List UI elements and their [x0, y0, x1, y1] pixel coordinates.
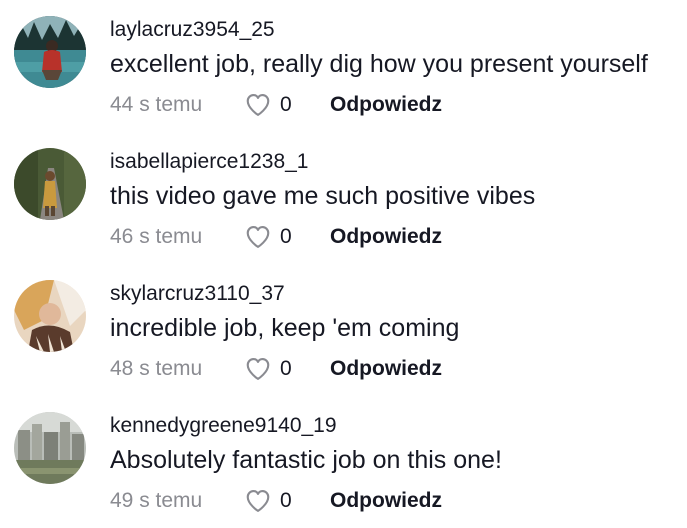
comment-timestamp: 46 s temu [110, 225, 203, 248]
avatar[interactable] [14, 280, 86, 352]
like-button[interactable]: 0 [244, 90, 292, 120]
like-count: 0 [280, 93, 292, 116]
like-button[interactable]: 0 [244, 486, 292, 516]
reply-button[interactable]: Odpowiedz [330, 486, 442, 516]
heart-outline-icon [246, 490, 270, 512]
like-count: 0 [280, 357, 292, 380]
like-button[interactable]: 0 [244, 222, 292, 252]
comment-timestamp: 48 s temu [110, 357, 203, 380]
avatar[interactable] [14, 16, 86, 88]
comment-text: incredible job, keep 'em coming [110, 314, 460, 342]
comment-meta: 46 s temu 0 Odpowiedz [110, 222, 670, 252]
comment-item: isabellapierce1238_1 this video gave me … [0, 132, 687, 264]
comment-item: skylarcruz3110_37 incredible job, keep '… [0, 264, 687, 396]
reply-button[interactable]: Odpowiedz [330, 354, 442, 384]
comment-meta: 49 s temu 0 Odpowiedz [110, 486, 670, 516]
comment-item: kennedygreene9140_19 Absolutely fantasti… [0, 396, 687, 528]
like-count: 0 [280, 225, 292, 248]
comment-text: this video gave me such positive vibes [110, 182, 536, 210]
reply-button[interactable]: Odpowiedz [330, 90, 442, 120]
comment-meta: 44 s temu 0 Odpowiedz [110, 90, 670, 120]
like-button[interactable]: 0 [244, 354, 292, 384]
reply-button[interactable]: Odpowiedz [330, 222, 442, 252]
comment-meta: 48 s temu 0 Odpowiedz [110, 354, 670, 384]
heart-outline-icon [246, 94, 270, 116]
comment-text: excellent job, really dig how you presen… [110, 50, 648, 78]
comment-item: laylacruz3954_25 excellent job, really d… [0, 0, 687, 132]
comment-username[interactable]: isabellapierce1238_1 [110, 149, 309, 175]
comment-list: laylacruz3954_25 excellent job, really d… [0, 0, 687, 523]
comment-text: Absolutely fantastic job on this one! [110, 446, 502, 474]
comment-username[interactable]: laylacruz3954_25 [110, 17, 275, 43]
comment-username[interactable]: skylarcruz3110_37 [110, 281, 285, 307]
heart-outline-icon [246, 226, 270, 248]
comment-timestamp: 49 s temu [110, 489, 203, 512]
avatar[interactable] [14, 412, 86, 484]
like-count: 0 [280, 489, 292, 512]
heart-outline-icon [246, 358, 270, 380]
comment-timestamp: 44 s temu [110, 93, 203, 116]
comment-username[interactable]: kennedygreene9140_19 [110, 413, 337, 439]
avatar[interactable] [14, 148, 86, 220]
